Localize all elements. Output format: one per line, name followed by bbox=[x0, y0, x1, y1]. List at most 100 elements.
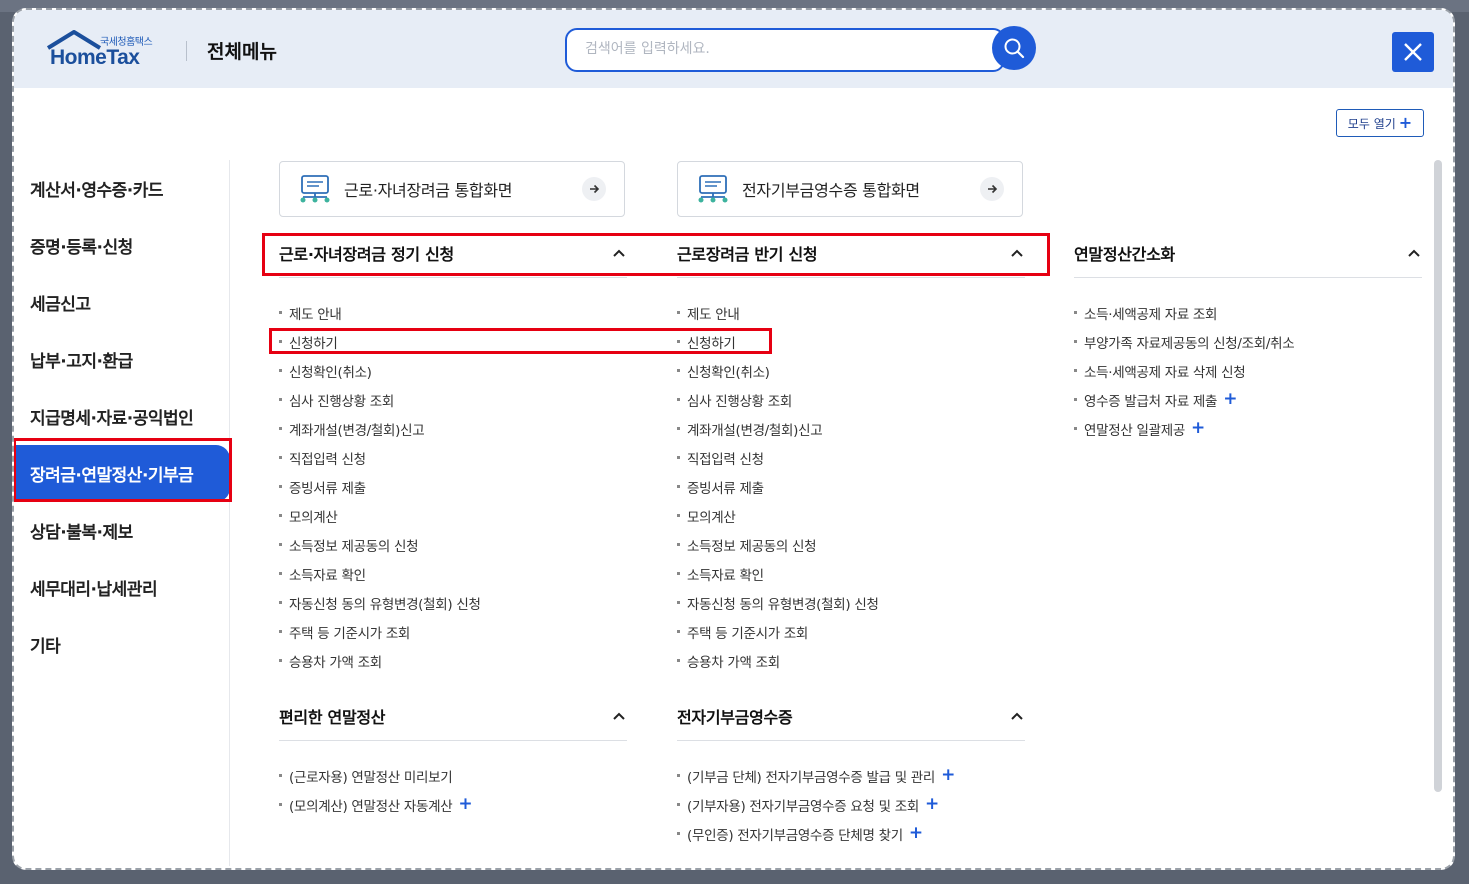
list-item[interactable]: (근로자용) 연말정산 미리보기 bbox=[279, 761, 472, 790]
sidebar-item-incentive[interactable]: 장려금·연말정산·기부금 bbox=[14, 445, 230, 502]
sidebar-item-certificate[interactable]: 증명·등록·신청 bbox=[14, 217, 230, 274]
list-item-label: 신청하기 bbox=[289, 335, 338, 352]
list-item-label: 주택 등 기준시가 조회 bbox=[687, 625, 809, 642]
bullet-dot bbox=[279, 514, 282, 517]
open-all-button[interactable]: 모두 열기 + bbox=[1336, 109, 1424, 137]
search-box bbox=[565, 28, 1005, 72]
list-item[interactable]: 신청하기 bbox=[677, 327, 879, 356]
arrow-right-icon bbox=[980, 177, 1004, 201]
sidebar-item-tax-report[interactable]: 세금신고 bbox=[14, 274, 230, 331]
sidebar-item-payment[interactable]: 납부·고지·환급 bbox=[14, 331, 230, 388]
list-item[interactable]: 신청하기 bbox=[279, 327, 481, 356]
list-item[interactable]: 직접입력 신청 bbox=[677, 443, 879, 472]
list-item-label: 소득자료 확인 bbox=[289, 567, 366, 584]
category-sidebar: 계산서·영수증·카드 증명·등록·신청 세금신고 납부·고지·환급 지급명세·자… bbox=[14, 160, 230, 866]
list-item[interactable]: 제도 안내 bbox=[677, 298, 879, 327]
list-item-label: (기부금 단체) 전자기부금영수증 발급 및 관리 bbox=[687, 769, 936, 786]
list-item-label: 직접입력 신청 bbox=[687, 451, 764, 468]
hometax-logo[interactable]: 국세청홈택스 HomeTax bbox=[44, 28, 166, 72]
list-item-label: 모의계산 bbox=[289, 509, 338, 526]
list-item[interactable]: 증빙서류 제출 bbox=[677, 472, 879, 501]
simple-link-list: 소득·세액공제 자료 조회부양가족 자료제공동의 신청/조회/취소소득·세액공제… bbox=[1074, 298, 1295, 443]
list-item[interactable]: (기부자용) 전자기부금영수증 요청 및 조회 + bbox=[677, 790, 955, 819]
list-item[interactable]: 소득·세액공제 자료 삭제 신청 bbox=[1074, 356, 1294, 385]
list-item[interactable]: 제도 안내 bbox=[279, 298, 481, 327]
sidebar-item-etc[interactable]: 기타 bbox=[14, 616, 230, 673]
list-item[interactable]: 계좌개설(변경/철회)신고 bbox=[677, 414, 879, 443]
list-item-label: (무인증) 전자기부금영수증 단체명 찾기 bbox=[687, 827, 903, 844]
list-item-label: 부양가족 자료제공동의 신청/조회/취소 bbox=[1084, 335, 1295, 352]
list-item[interactable]: (모의계산) 연말정산 자동계산 + bbox=[279, 790, 473, 819]
list-item-label: 모의계산 bbox=[687, 509, 736, 526]
list-item[interactable]: 영수증 발급처 자료 제출 + bbox=[1074, 385, 1294, 414]
bullet-dot bbox=[279, 572, 282, 575]
scrollbar[interactable] bbox=[1434, 160, 1442, 792]
search-input[interactable] bbox=[585, 41, 965, 57]
list-item[interactable]: 연말정산 일괄제공 + bbox=[1074, 414, 1294, 443]
bullet-dot bbox=[279, 630, 282, 633]
list-item[interactable]: 주택 등 기준시가 조회 bbox=[279, 617, 481, 646]
section-head-half[interactable]: 근로장려금 반기 신청 bbox=[677, 228, 1025, 278]
sidebar-item-statement[interactable]: 지급명세·자료·공익법인 bbox=[14, 388, 230, 445]
sidebar-item-agent[interactable]: 세무대리·납세관리 bbox=[14, 559, 230, 616]
list-item-label: 소득정보 제공동의 신청 bbox=[289, 538, 419, 555]
chevron-up-icon bbox=[1011, 712, 1023, 720]
donation-dashboard-button[interactable]: 전자기부금영수증 통합화면 bbox=[677, 161, 1023, 217]
bullet-dot bbox=[279, 427, 282, 430]
list-item-label: (기부자용) 전자기부금영수증 요청 및 조회 bbox=[687, 798, 919, 815]
bullet-dot bbox=[677, 659, 680, 662]
bullet-dot bbox=[677, 456, 680, 459]
convenient-link-list: (근로자용) 연말정산 미리보기 (모의계산) 연말정산 자동계산 + bbox=[279, 761, 473, 819]
list-item-label: 증빙서류 제출 bbox=[289, 480, 366, 497]
list-item[interactable]: (기부금 단체) 전자기부금영수증 발급 및 관리 + bbox=[677, 761, 955, 790]
section-title-regular: 근로·자녀장려금 정기 신청 bbox=[279, 244, 454, 264]
search-button[interactable] bbox=[992, 26, 1036, 70]
list-item[interactable]: 모의계산 bbox=[677, 501, 879, 530]
section-head-donation[interactable]: 전자기부금영수증 bbox=[677, 691, 1025, 741]
list-item-label: 신청하기 bbox=[687, 335, 736, 352]
list-item[interactable]: 심사 진행상황 조회 bbox=[279, 385, 481, 414]
sidebar-item-consult[interactable]: 상담·불복·제보 bbox=[14, 502, 230, 559]
bullet-dot bbox=[279, 369, 282, 372]
bullet-dot bbox=[677, 398, 680, 401]
list-item[interactable]: 주택 등 기준시가 조회 bbox=[677, 617, 879, 646]
list-item-label: 소득정보 제공동의 신청 bbox=[687, 538, 817, 555]
list-item[interactable]: 심사 진행상황 조회 bbox=[677, 385, 879, 414]
bullet-dot bbox=[677, 311, 680, 314]
incentive-dashboard-button[interactable]: 근로·자녀장려금 통합화면 bbox=[279, 161, 625, 217]
section-head-regular[interactable]: 근로·자녀장려금 정기 신청 bbox=[279, 228, 627, 278]
section-title-half: 근로장려금 반기 신청 bbox=[677, 244, 818, 264]
list-item[interactable]: 승용차 가액 조회 bbox=[279, 646, 481, 675]
chevron-up-icon bbox=[613, 712, 625, 720]
donation-link-list: (기부금 단체) 전자기부금영수증 발급 및 관리 + (기부자용) 전자기부금영수… bbox=[677, 761, 955, 848]
list-item-label: 심사 진행상황 조회 bbox=[289, 393, 394, 410]
list-item[interactable]: 자동신청 동의 유형변경(철회) 신청 bbox=[279, 588, 481, 617]
close-button[interactable] bbox=[1392, 32, 1434, 72]
list-item[interactable]: 소득자료 확인 bbox=[279, 559, 481, 588]
list-item[interactable]: 증빙서류 제출 bbox=[279, 472, 481, 501]
section-head-convenient[interactable]: 편리한 연말정산 bbox=[279, 691, 627, 741]
list-item-label: 주택 등 기준시가 조회 bbox=[289, 625, 411, 642]
list-item-label: 직접입력 신청 bbox=[289, 451, 366, 468]
list-item[interactable]: 소득정보 제공동의 신청 bbox=[279, 530, 481, 559]
list-item[interactable]: 모의계산 bbox=[279, 501, 481, 530]
bullet-dot bbox=[1074, 369, 1077, 372]
arrow-right-icon bbox=[582, 177, 606, 201]
list-item[interactable]: 소득정보 제공동의 신청 bbox=[677, 530, 879, 559]
list-item[interactable]: 승용차 가액 조회 bbox=[677, 646, 879, 675]
list-item[interactable]: 자동신청 동의 유형변경(철회) 신청 bbox=[677, 588, 879, 617]
list-item[interactable]: 소득·세액공제 자료 조회 bbox=[1074, 298, 1294, 327]
sidebar-item-invoice[interactable]: 계산서·영수증·카드 bbox=[14, 160, 230, 217]
list-item[interactable]: (무인증) 전자기부금영수증 단체명 찾기 + bbox=[677, 819, 955, 848]
section-head-simple[interactable]: 연말정산간소화 bbox=[1074, 228, 1422, 278]
search-icon bbox=[1004, 38, 1025, 59]
list-item[interactable]: 소득자료 확인 bbox=[677, 559, 879, 588]
list-item[interactable]: 신청확인(취소) bbox=[279, 356, 481, 385]
list-item[interactable]: 직접입력 신청 bbox=[279, 443, 481, 472]
list-item[interactable]: 신청확인(취소) bbox=[677, 356, 879, 385]
list-item[interactable]: 부양가족 자료제공동의 신청/조회/취소 bbox=[1074, 327, 1295, 356]
list-item[interactable]: 계좌개설(변경/철회)신고 bbox=[279, 414, 481, 443]
plus-icon: + bbox=[941, 765, 956, 785]
bullet-dot bbox=[677, 485, 680, 488]
bullet-dot bbox=[279, 543, 282, 546]
